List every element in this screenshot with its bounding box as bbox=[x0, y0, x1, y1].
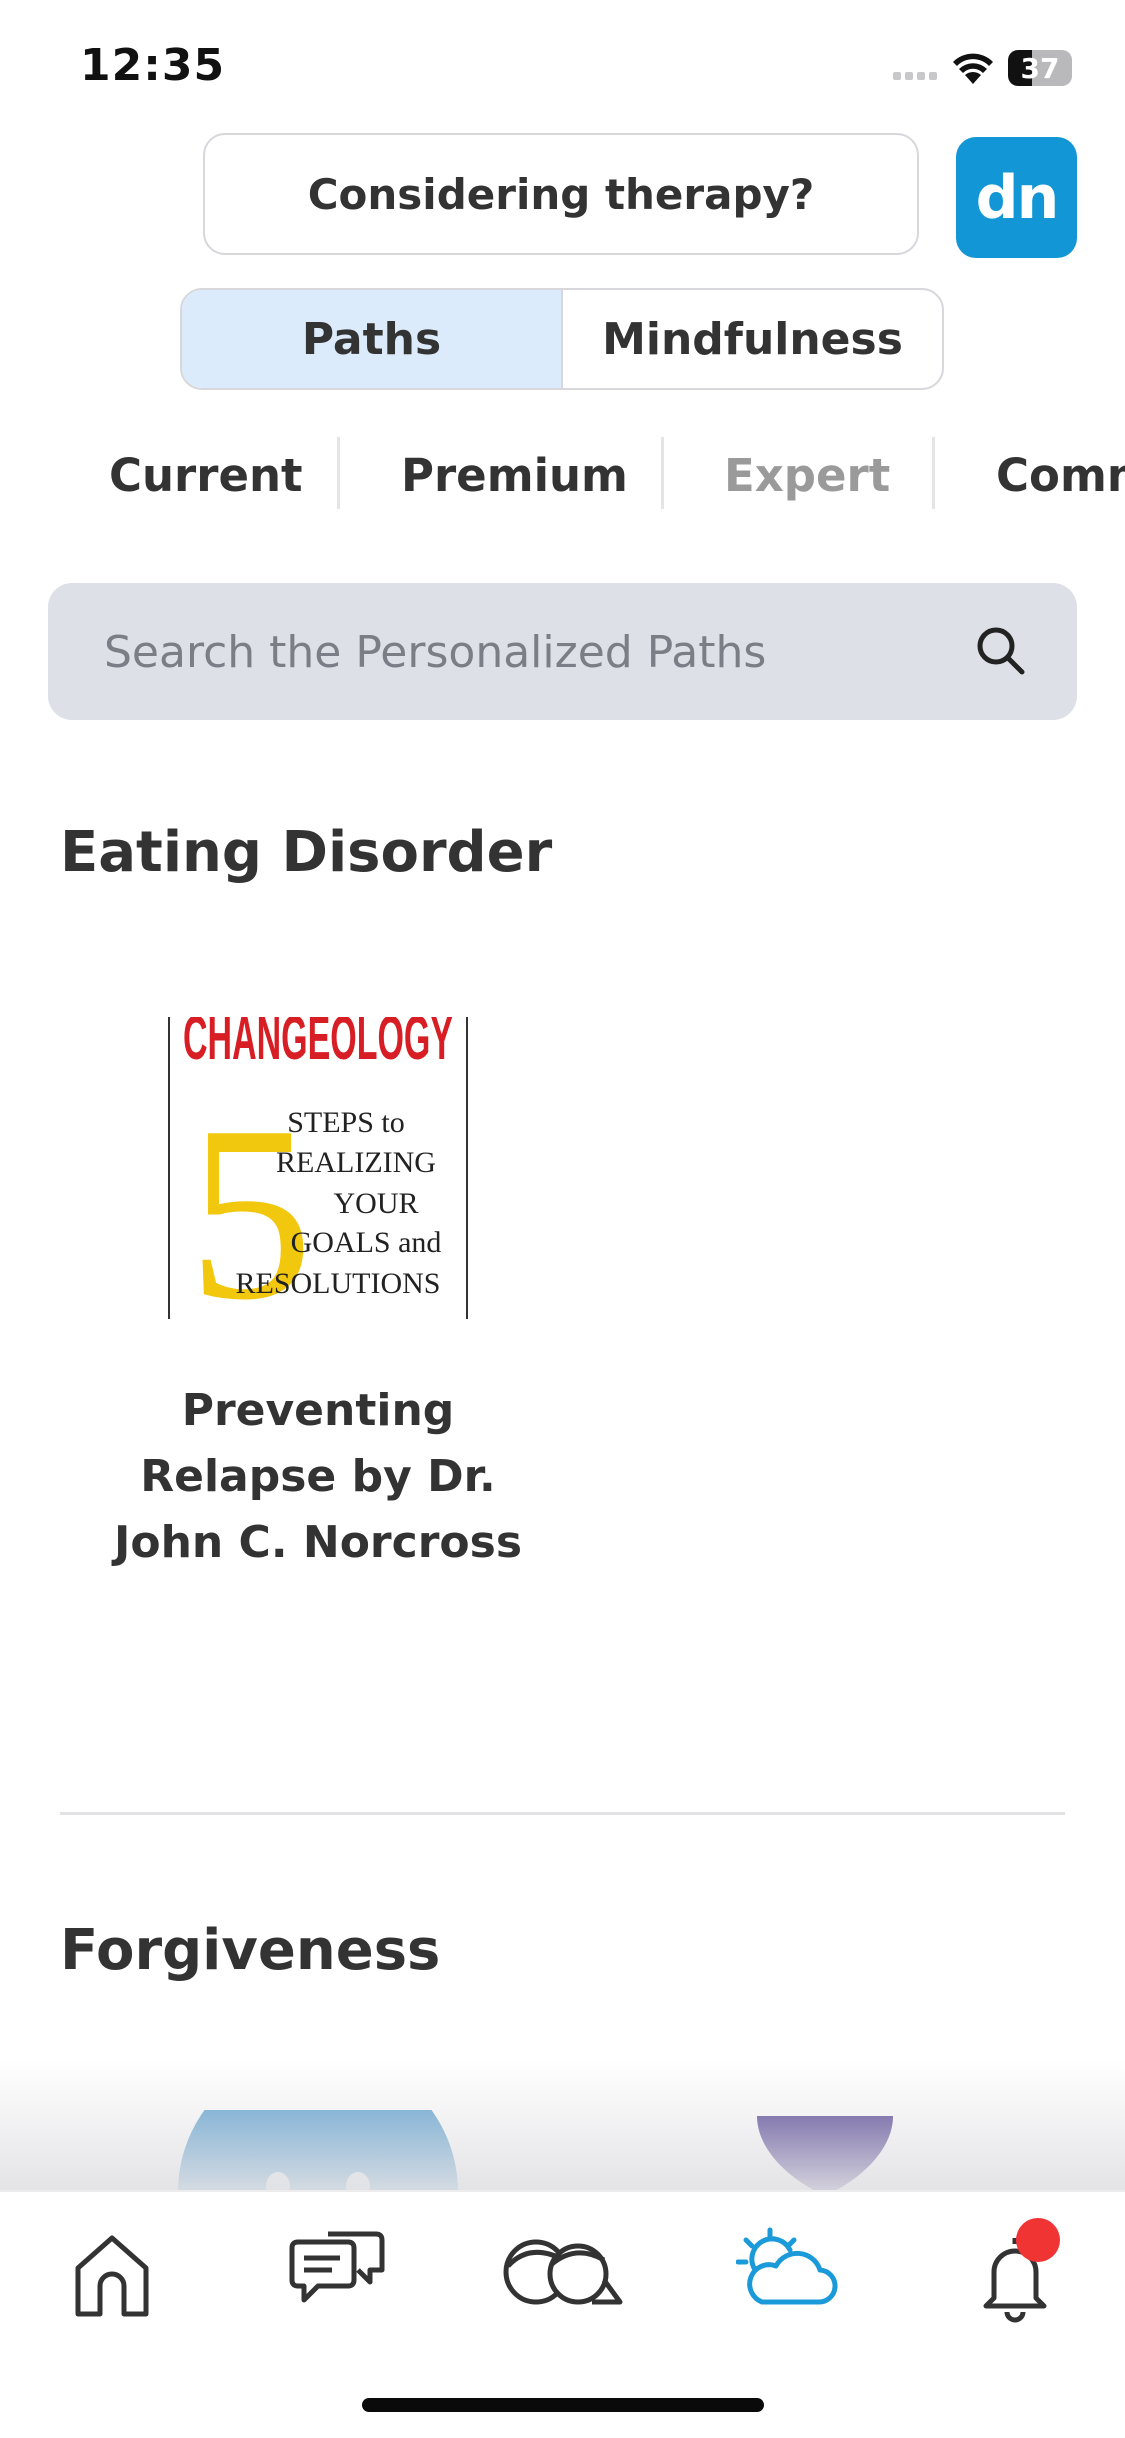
tab-premium[interactable]: Premium bbox=[401, 435, 628, 515]
tab-current[interactable]: Current bbox=[109, 435, 303, 515]
tab-separator bbox=[337, 437, 340, 509]
tab-separator bbox=[661, 437, 664, 509]
notification-badge bbox=[1016, 2218, 1060, 2262]
segment-mindfulness[interactable]: Mindfulness bbox=[563, 290, 942, 388]
scroll-fade bbox=[0, 2060, 1125, 2190]
cover-line-1: STEPS to bbox=[287, 1106, 405, 1139]
category-tabs: Current Premium Expert Comm bbox=[0, 435, 1125, 515]
book-cover-art: CHANGEOLOGY 5 STEPS to REALIZING YOUR GO… bbox=[170, 1017, 466, 1319]
section-divider bbox=[60, 1812, 1065, 1815]
cover-line-5: RESOLUTIONS bbox=[235, 1267, 440, 1300]
section-title-forgiveness: Forgiveness bbox=[60, 1918, 441, 1983]
signal-icon bbox=[893, 72, 937, 80]
tab-expert[interactable]: Expert bbox=[724, 435, 890, 515]
search-input[interactable] bbox=[102, 583, 956, 722]
dn-logo-button[interactable]: dn bbox=[956, 137, 1077, 258]
section-title-eating-disorder: Eating Disorder bbox=[60, 820, 553, 885]
wifi-icon bbox=[953, 53, 993, 84]
home-indicator bbox=[362, 2398, 764, 2412]
battery-icon: 37 bbox=[1008, 50, 1072, 86]
search-icon[interactable] bbox=[973, 623, 1029, 679]
tab-separator bbox=[932, 437, 935, 509]
status-time: 12:35 bbox=[80, 40, 226, 91]
cover-brand: CHANGEOLOGY bbox=[183, 1017, 453, 1073]
paths-mindfulness-toggle: Paths Mindfulness bbox=[180, 288, 944, 390]
segment-paths[interactable]: Paths bbox=[182, 290, 561, 388]
chat-icon[interactable] bbox=[288, 2230, 388, 2316]
search-bar bbox=[48, 583, 1077, 722]
community-icon[interactable] bbox=[500, 2236, 624, 2306]
cover-line-2: REALIZING bbox=[276, 1146, 436, 1179]
cover-line-3: YOUR bbox=[333, 1187, 418, 1220]
home-icon[interactable] bbox=[72, 2232, 152, 2318]
considering-therapy-button[interactable]: Considering therapy? bbox=[203, 133, 919, 255]
path-title[interactable]: Preventing Relapse by Dr. John C. Norcro… bbox=[100, 1378, 536, 1576]
weather-icon[interactable] bbox=[736, 2226, 838, 2308]
cover-line-4: GOALS and bbox=[291, 1226, 442, 1259]
tab-community[interactable]: Comm bbox=[996, 435, 1125, 515]
battery-percent: 37 bbox=[1020, 52, 1060, 85]
book-cover-image[interactable]: CHANGEOLOGY 5 STEPS to REALIZING YOUR GO… bbox=[168, 1017, 468, 1319]
